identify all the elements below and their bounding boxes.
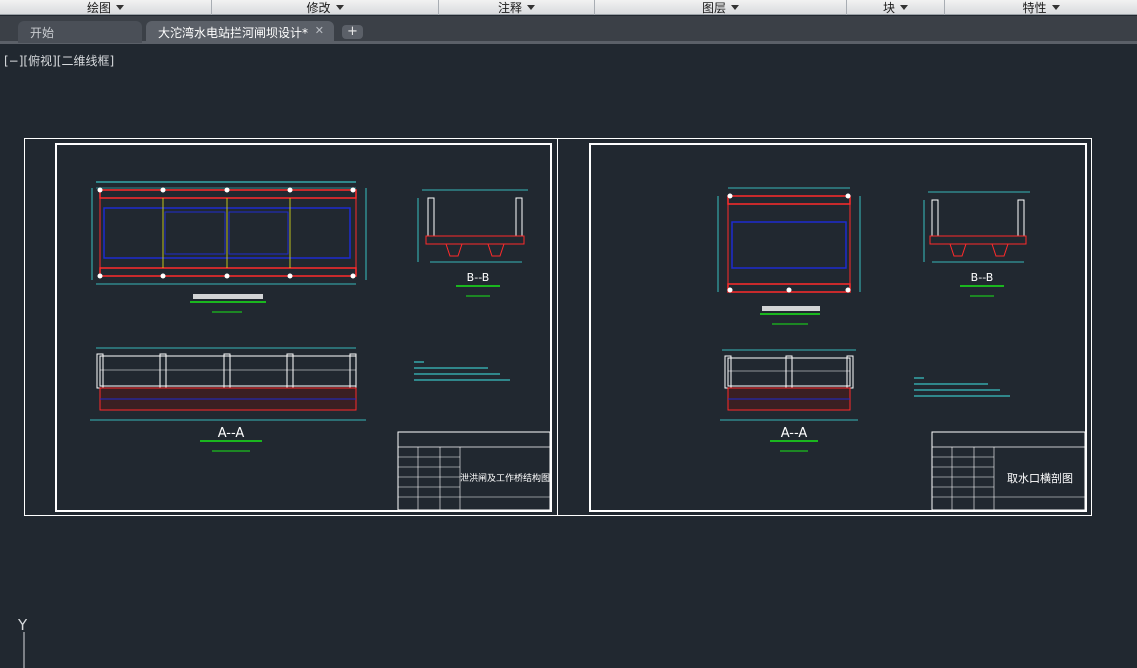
sheet-2: B--B A--A 取水口横剖图	[589, 143, 1087, 512]
section-aa-1: A--A	[90, 347, 366, 452]
sheet-1-border	[55, 143, 552, 512]
notes-1	[414, 361, 510, 381]
ribbon-panel-block[interactable]: 块	[847, 0, 945, 15]
plan-view-2	[717, 187, 861, 325]
ucs-y-label: Y	[17, 616, 28, 634]
chevron-down-icon	[900, 5, 908, 10]
section-b-label-1: B--B	[467, 271, 490, 284]
chevron-down-icon	[116, 5, 124, 10]
section-bb-2: B--B	[923, 191, 1030, 297]
title-block-title-2: 取水口横剖图	[1007, 471, 1073, 485]
sheet-2-border	[589, 143, 1087, 512]
panel-label: 绘图	[86, 1, 111, 15]
panel-label: 特性	[1022, 1, 1047, 15]
title-block-2: 取水口横剖图	[931, 431, 1086, 511]
new-tab-button[interactable]: +	[342, 25, 363, 39]
chevron-down-icon	[335, 5, 344, 10]
panel-label: 注释	[497, 1, 522, 15]
viewport-controls[interactable]: [−][俯视][二维线框]	[4, 52, 114, 69]
section-bb-1: B--B	[417, 189, 528, 297]
plan-view-1	[91, 181, 367, 313]
tab-active-drawing[interactable]: 大沱湾水电站拦河闸坝设计* ✕	[146, 21, 334, 43]
tab-label: 大沱湾水电站拦河闸坝设计*	[158, 25, 309, 40]
panel-label: 修改	[306, 1, 331, 15]
chevron-down-icon	[731, 5, 739, 10]
chevron-down-icon	[1051, 5, 1060, 10]
section-aa-2: A--A	[720, 349, 858, 452]
ucs-icon: Y	[17, 616, 28, 668]
panel-label: 图层	[701, 1, 726, 15]
section-b-label-2: B--B	[971, 271, 994, 284]
section-a-label-1: A--A	[218, 426, 245, 441]
notes-2	[914, 377, 1010, 397]
ribbon-panel-annotate[interactable]: 注释	[439, 0, 595, 15]
sheet-1: B--B A--A 泄洪闸及工作桥结构图	[55, 143, 552, 512]
chevron-down-icon	[527, 5, 535, 10]
file-tab-bar: 开始 大沱湾水电站拦河闸坝设计* ✕ +	[0, 16, 1137, 44]
title-block-title-1: 泄洪闸及工作桥结构图	[460, 472, 550, 484]
panel-label: 块	[882, 1, 895, 15]
tab-start[interactable]: 开始	[18, 21, 142, 43]
close-icon[interactable]: ✕	[315, 24, 324, 37]
tab-label: 开始	[30, 25, 55, 40]
drawing-canvas[interactable]: B--B A--A 泄洪闸及工作桥结构图 B--B A--A 取水口横剖图	[0, 45, 1137, 668]
title-block-1: 泄洪闸及工作桥结构图	[397, 431, 551, 511]
ribbon-panel-properties[interactable]: 特性	[945, 0, 1137, 15]
ribbon-panel-draw[interactable]: 绘图	[0, 0, 212, 15]
ribbon-panel-layers[interactable]: 图层	[595, 0, 847, 15]
section-a-label-2: A--A	[781, 426, 808, 441]
ribbon-panel-modify[interactable]: 修改	[212, 0, 439, 15]
ribbon-panel-bar: 绘图 修改 注释 图层 块 特性	[0, 0, 1137, 15]
